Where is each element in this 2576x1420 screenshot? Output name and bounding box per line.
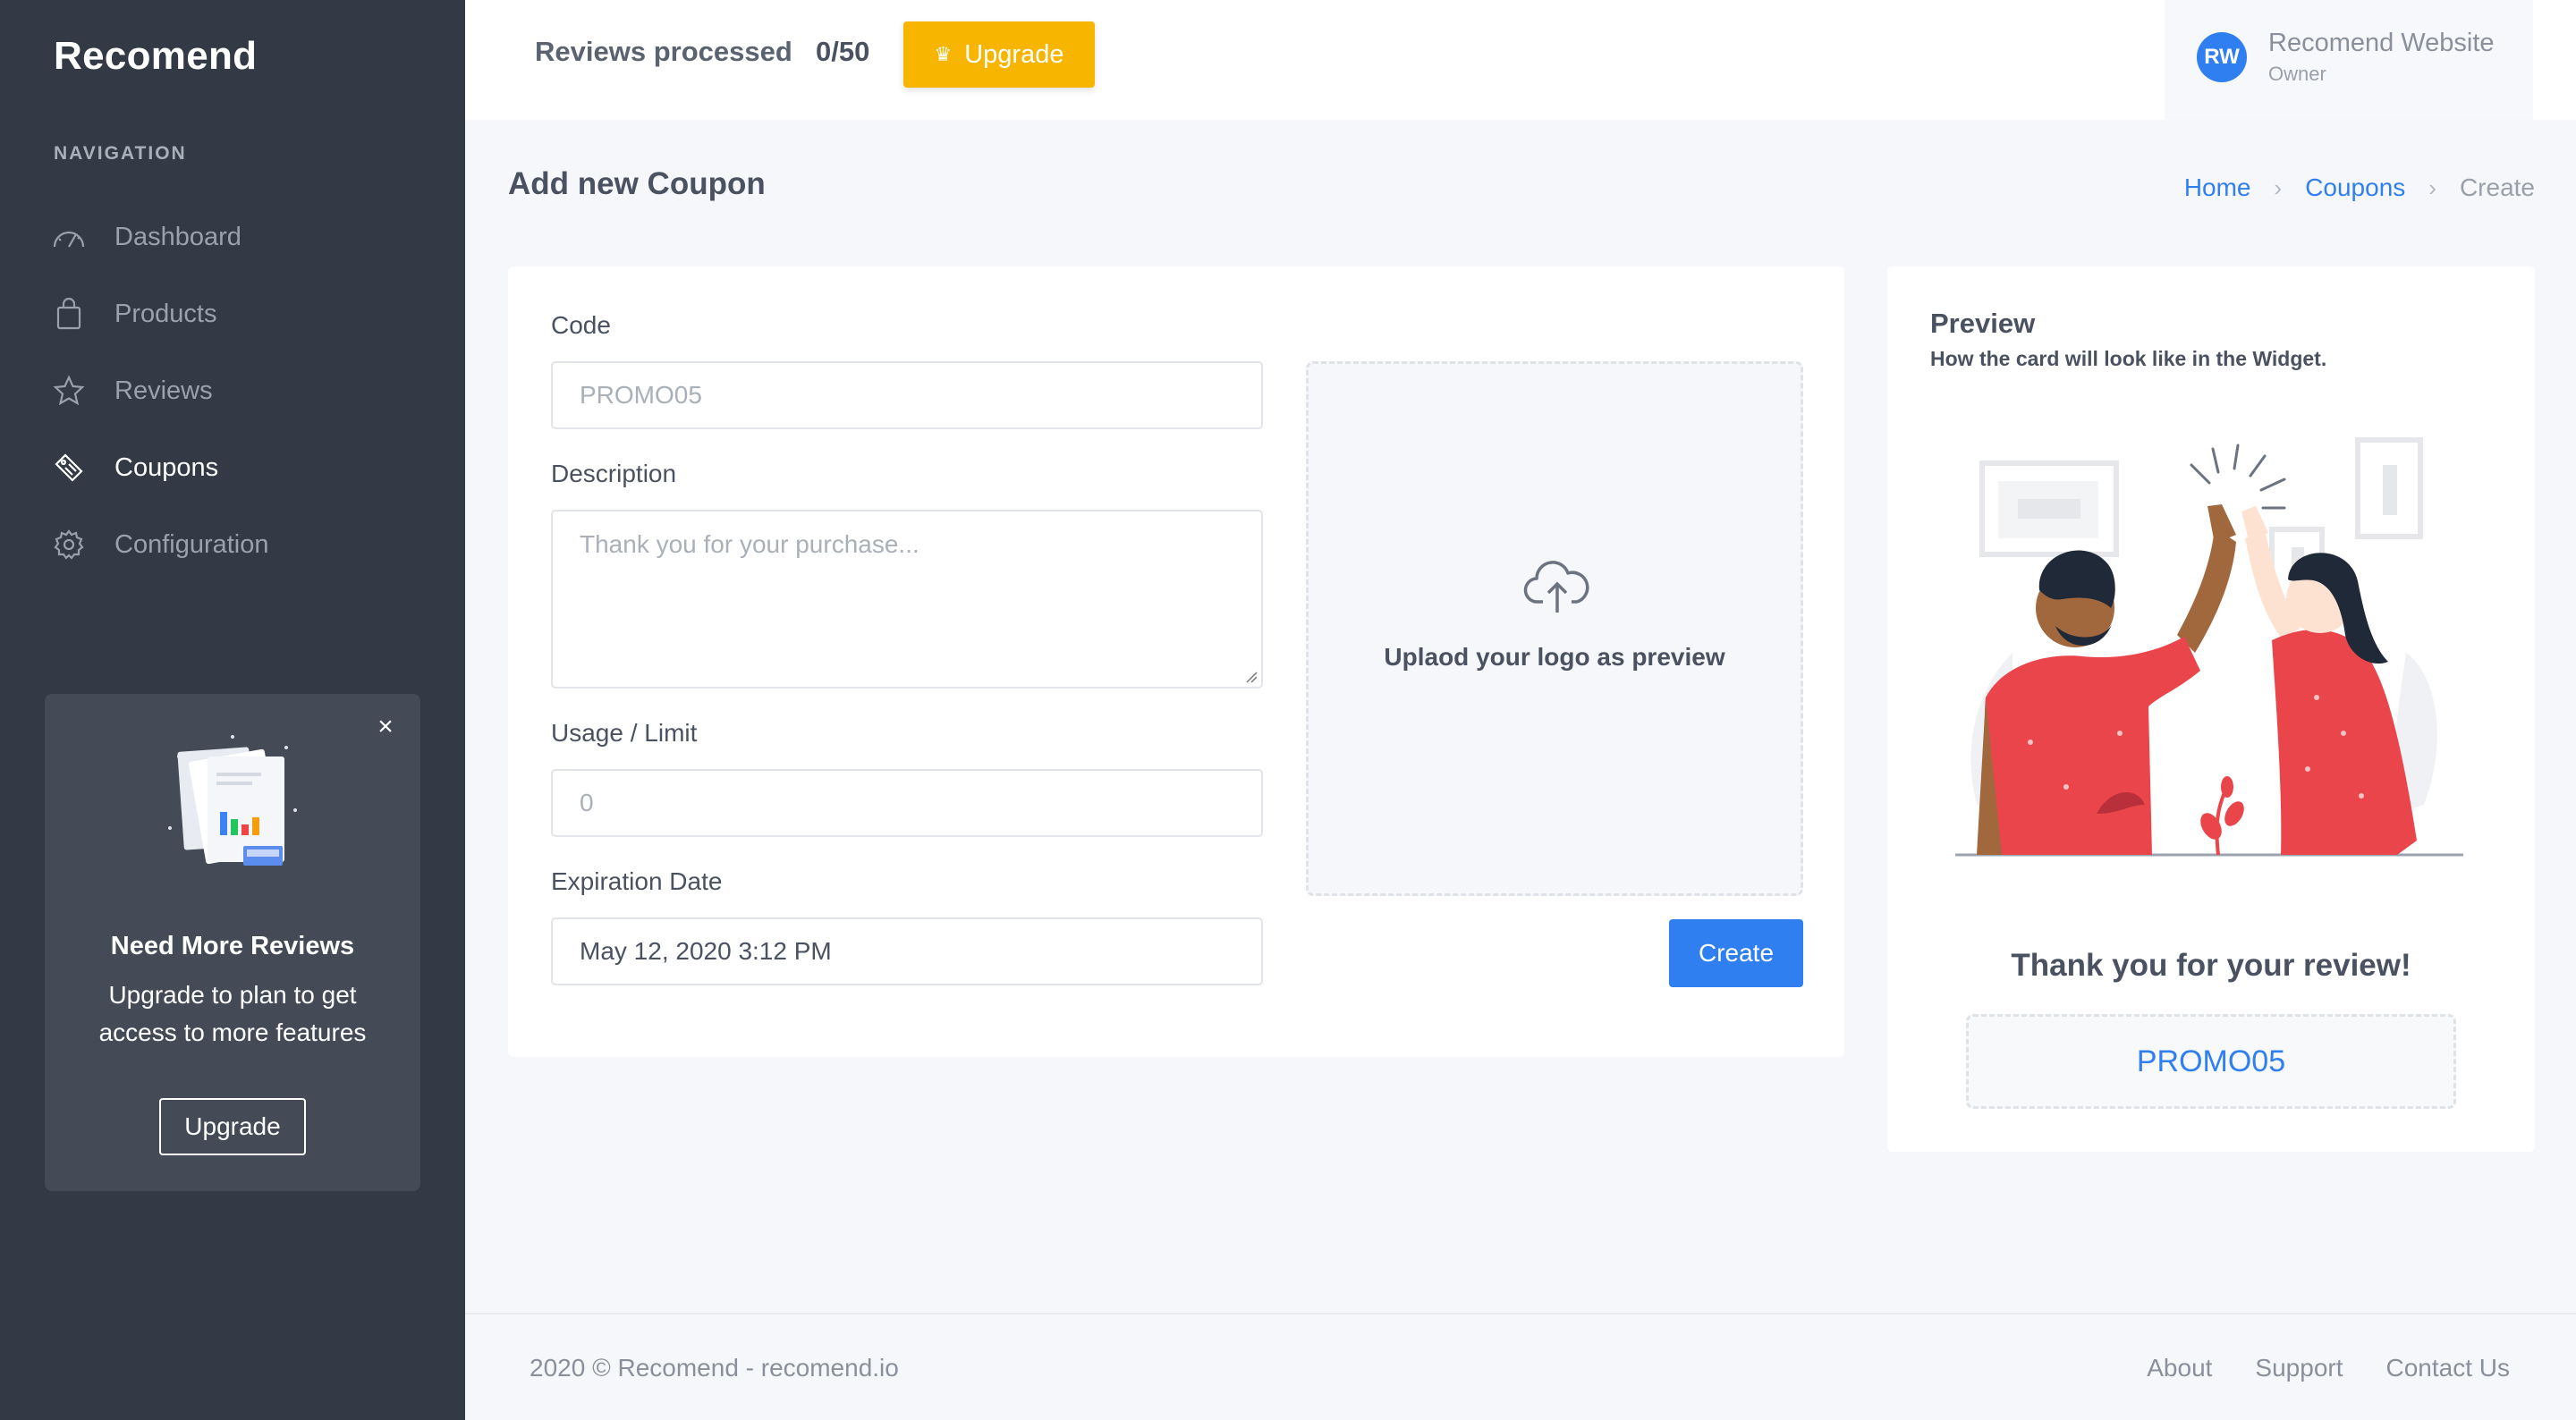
preview-subtitle: How the card will look like in the Widge… — [1930, 347, 2327, 370]
sidebar-item-label: Reviews — [114, 376, 213, 405]
sidebar-nav: Dashboard Products Reviews Coupons Confi… — [0, 199, 465, 583]
nav-heading: NAVIGATION — [54, 143, 187, 164]
topbar: Reviews processed 0/50 ♛ Upgrade RW Reco… — [465, 0, 2576, 120]
upgrade-button-label: Upgrade — [964, 39, 1064, 69]
sidebar-item-label: Configuration — [114, 529, 269, 559]
sidebar-item-products[interactable]: Products — [0, 275, 465, 352]
promo-upgrade-button[interactable]: Upgrade — [159, 1098, 306, 1155]
reviews-processed-label: Reviews processed — [535, 36, 792, 67]
sidebar-item-coupons[interactable]: Coupons — [0, 429, 465, 506]
brand-logo[interactable]: Recomend — [54, 34, 257, 79]
sidebar-item-label: Coupons — [114, 452, 219, 482]
ticket-icon — [52, 451, 86, 485]
footer-copyright: 2020 © Recomend - recomend.io — [530, 1354, 899, 1382]
code-label: Code — [551, 311, 611, 339]
footer-link-contact[interactable]: Contact Us — [2386, 1354, 2511, 1382]
usage-limit-input[interactable]: 0 — [551, 769, 1263, 837]
avatar: RW — [2197, 32, 2247, 82]
expiration-date-input[interactable]: May 12, 2020 3:12 PM — [551, 917, 1263, 985]
promo-text: Upgrade to plan to get access to more fe… — [98, 981, 367, 1046]
preview-title: Preview — [1930, 308, 2036, 339]
usage-limit-label: Usage / Limit — [551, 719, 698, 747]
sidebar-item-reviews[interactable]: Reviews — [0, 352, 465, 429]
breadcrumb-coupons[interactable]: Coupons — [2305, 173, 2405, 202]
description-placeholder: Thank you for your purchase... — [580, 530, 919, 558]
upgrade-promo-card: × Need More Reviews Upgrade to plan to g… — [45, 694, 420, 1191]
preview-card: Preview How the card will look like in t… — [1887, 266, 2535, 1152]
description-label: Description — [551, 460, 677, 487]
high-five-illustration — [1955, 437, 2463, 857]
preview-thanks-text: Thank you for your review! — [2011, 948, 2411, 983]
breadcrumb: Home › Coupons › Create — [2184, 173, 2535, 202]
description-textarea[interactable]: Thank you for your purchase... — [551, 510, 1263, 689]
create-button[interactable]: Create — [1669, 919, 1803, 987]
preview-coupon-code: PROMO05 — [1966, 1014, 2456, 1109]
sidebar-item-label: Dashboard — [114, 222, 242, 251]
upgrade-button[interactable]: ♛ Upgrade — [903, 21, 1095, 88]
chevron-right-icon: › — [2274, 173, 2283, 201]
documents-chart-illustration — [168, 735, 297, 866]
close-icon[interactable]: × — [372, 714, 399, 740]
promo-title: Need More Reviews — [110, 932, 355, 960]
sidebar-item-configuration[interactable]: Configuration — [0, 506, 465, 583]
footer-link-about[interactable]: About — [2147, 1354, 2212, 1382]
bag-icon — [52, 297, 86, 331]
sidebar: Recomend NAVIGATION Dashboard Products R… — [0, 0, 465, 1420]
breadcrumb-create: Create — [2459, 173, 2535, 201]
footer: 2020 © Recomend - recomend.io About Supp… — [465, 1313, 2576, 1420]
crown-icon: ♛ — [934, 43, 953, 65]
page-title: Add new Coupon — [508, 166, 766, 201]
cloud-upload-icon — [1523, 561, 1589, 613]
coupon-form-card: Code PROMO05 Description Thank you for y… — [508, 266, 1844, 1057]
sidebar-item-dashboard[interactable]: Dashboard — [0, 199, 465, 275]
resize-handle-icon[interactable] — [1245, 671, 1258, 683]
breadcrumb-home[interactable]: Home — [2184, 173, 2251, 202]
reviews-processed-count: 0/50 — [816, 36, 870, 67]
gear-icon — [52, 528, 86, 562]
star-icon — [52, 374, 86, 408]
user-menu[interactable]: RW Recomend Website Owner — [2165, 0, 2533, 120]
logo-upload-dropzone[interactable]: Uplaod your logo as preview — [1306, 361, 1803, 896]
gauge-icon — [52, 220, 86, 254]
code-input[interactable]: PROMO05 — [551, 361, 1263, 429]
upload-hint-text: Uplaod your logo as preview — [1384, 643, 1725, 671]
chevron-right-icon: › — [2428, 173, 2436, 201]
expiration-date-label: Expiration Date — [551, 867, 723, 895]
user-role: Owner — [2268, 63, 2326, 85]
user-name: Recomend Website — [2268, 29, 2495, 57]
sidebar-item-label: Products — [114, 299, 217, 328]
footer-links: About Support Contact Us — [2104, 1354, 2510, 1382]
footer-link-support[interactable]: Support — [2255, 1354, 2343, 1382]
